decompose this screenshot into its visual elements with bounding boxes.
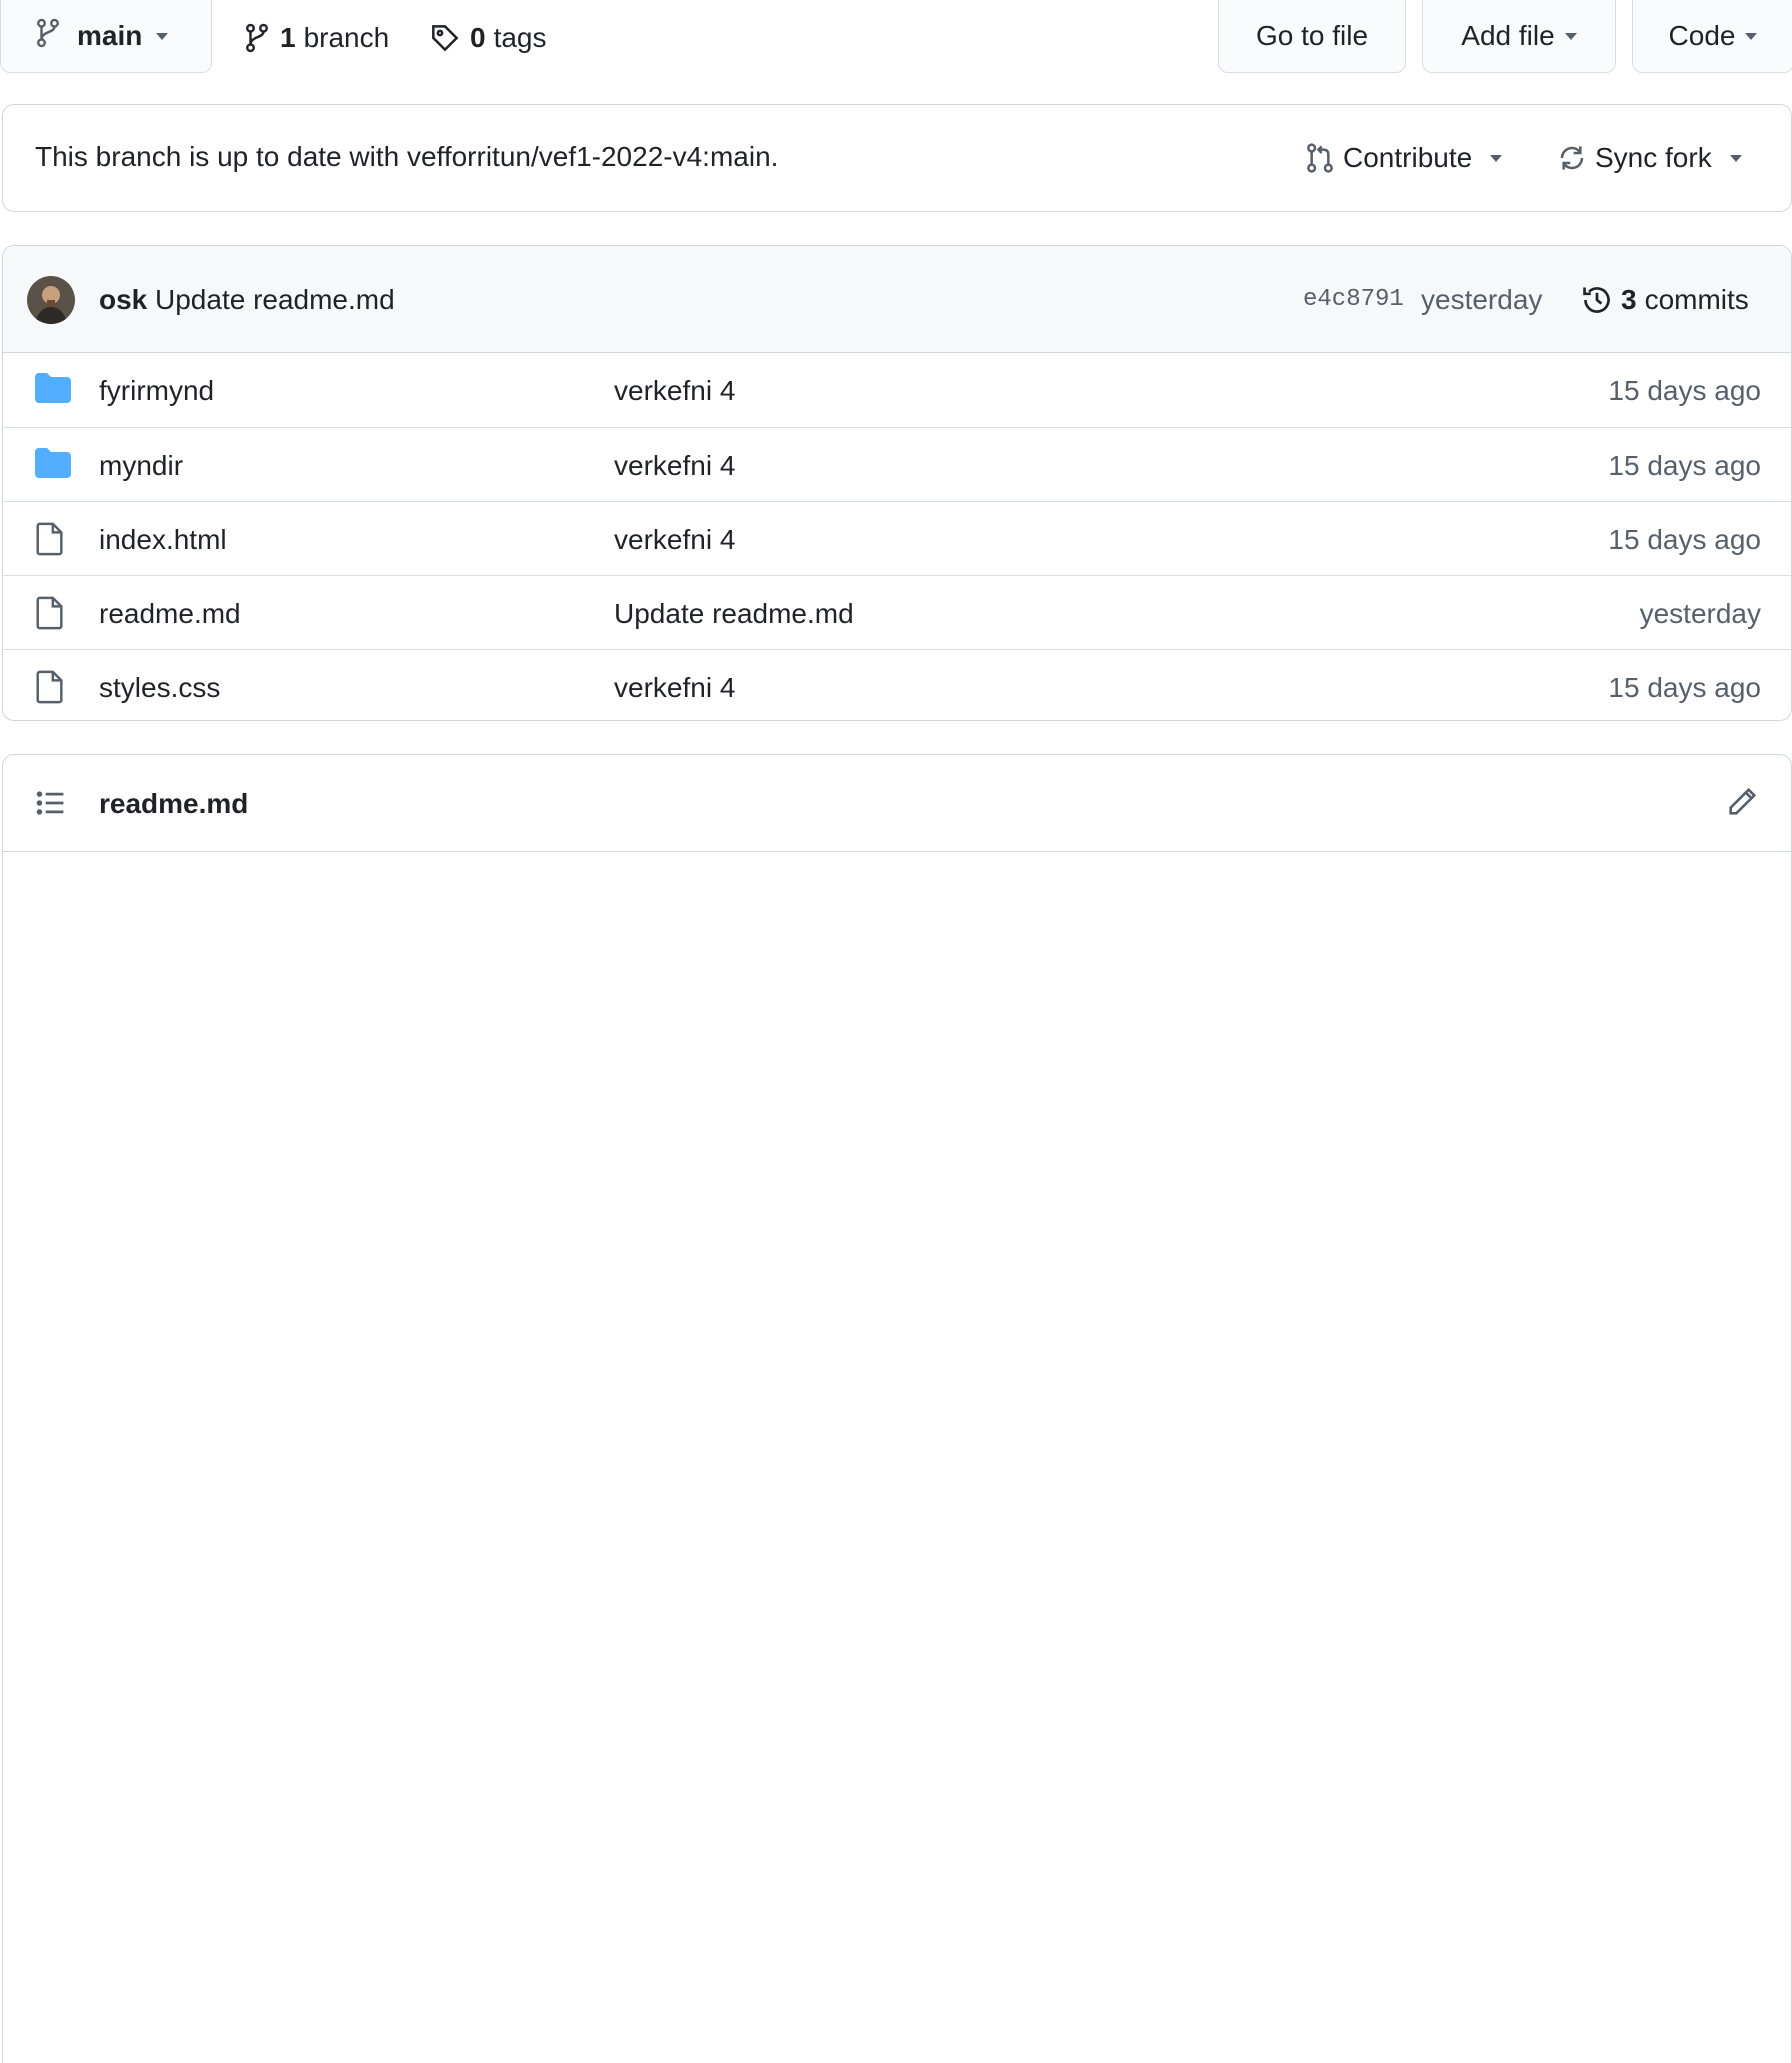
commit-count-label: commits <box>1644 284 1749 315</box>
readme-panel: readme.md <box>2 754 1792 2063</box>
sync-fork-button[interactable]: Sync fork <box>1557 137 1742 179</box>
file-commit-time: 15 days ago <box>1608 375 1761 406</box>
chevron-down-icon <box>1729 154 1742 162</box>
branch-select-button[interactable]: main <box>0 0 212 73</box>
commit-author[interactable]: osk <box>99 284 147 316</box>
contribute-label: Contribute <box>1343 142 1473 173</box>
code-button[interactable]: Code <box>1632 0 1792 73</box>
go-to-file-label: Go to file <box>1255 20 1369 51</box>
go-to-file-button[interactable]: Go to file <box>1218 0 1406 73</box>
file-name-link[interactable]: myndir <box>99 450 183 482</box>
tag-count: 0 <box>470 22 486 53</box>
commit-time: yesterday <box>1421 284 1543 315</box>
tag-icon <box>432 25 459 52</box>
branches-link[interactable]: 1 branch <box>244 18 389 58</box>
git-branch-icon <box>35 18 61 55</box>
readme-title[interactable]: readme.md <box>99 788 248 820</box>
file-icon <box>35 670 71 704</box>
file-list: osk Update readme.md e4c8791 yesterday 3… <box>2 245 1792 721</box>
latest-commit-bar: osk Update readme.md e4c8791 yesterday 3… <box>3 246 1791 353</box>
sync-icon <box>1560 146 1584 170</box>
file-commit-message[interactable]: verkefni 4 <box>614 375 735 407</box>
file-icon <box>35 596 71 630</box>
repo-toolbar: main 1 branch 0 tags Go to file Add file <box>0 0 1792 76</box>
file-commit-time: yesterday <box>1639 598 1761 629</box>
file-commit-time: 15 days ago <box>1608 524 1761 555</box>
git-branch-icon <box>246 23 268 53</box>
commit-sha[interactable]: e4c8791 <box>1303 286 1404 313</box>
tags-link[interactable]: 0 tags <box>430 18 547 58</box>
branch-label: branch <box>303 22 390 53</box>
file-name-link[interactable]: readme.md <box>99 598 241 630</box>
chevron-down-icon <box>1490 154 1503 162</box>
chevron-down-icon <box>1564 32 1577 40</box>
add-file-button[interactable]: Add file <box>1422 0 1616 73</box>
commit-history-link[interactable]: 3 commits <box>1581 280 1749 320</box>
file-row[interactable]: readme.md Update readme.md yesterday <box>3 575 1791 648</box>
code-label: Code <box>1668 20 1736 51</box>
file-name-link[interactable]: fyrirmynd <box>99 375 214 407</box>
file-commit-message[interactable]: Update readme.md <box>614 598 854 630</box>
repo-page: main 1 branch 0 tags Go to file Add file <box>0 0 1792 2063</box>
file-row[interactable]: styles.css verkefni 4 15 days ago <box>3 649 1791 720</box>
avatar[interactable] <box>27 276 75 324</box>
file-commit-time: 15 days ago <box>1608 450 1761 481</box>
commit-count: 3 <box>1621 284 1637 315</box>
list-unordered-icon[interactable] <box>35 787 67 819</box>
file-name-link[interactable]: index.html <box>99 524 227 556</box>
file-icon <box>35 522 71 556</box>
chevron-down-icon <box>1745 32 1758 40</box>
folder-icon <box>35 448 71 480</box>
sync-status-text: This branch is up to date with vefforrit… <box>35 141 779 172</box>
fork-sync-status: This branch is up to date with vefforrit… <box>2 104 1792 212</box>
history-icon <box>1583 287 1610 313</box>
file-row[interactable]: index.html verkefni 4 15 days ago <box>3 501 1791 574</box>
sync-fork-label: Sync fork <box>1595 142 1712 173</box>
pencil-icon[interactable] <box>1725 785 1759 819</box>
contribute-button[interactable]: Contribute <box>1305 137 1503 179</box>
file-commit-message[interactable]: verkefni 4 <box>614 672 735 704</box>
folder-icon <box>35 373 71 405</box>
file-commit-time: 15 days ago <box>1608 672 1761 703</box>
branch-count: 1 <box>280 22 296 53</box>
chevron-down-icon <box>156 32 169 40</box>
file-row[interactable]: fyrirmynd verkefni 4 15 days ago <box>3 353 1791 426</box>
pull-request-icon <box>1307 143 1333 173</box>
file-row[interactable]: myndir verkefni 4 15 days ago <box>3 427 1791 500</box>
readme-header: readme.md <box>3 755 1791 852</box>
branch-name: main <box>77 20 143 51</box>
file-name-link[interactable]: styles.css <box>99 672 220 704</box>
tag-label: tags <box>493 22 547 53</box>
file-commit-message[interactable]: verkefni 4 <box>614 450 735 482</box>
commit-message[interactable]: Update readme.md <box>155 284 395 316</box>
file-commit-message[interactable]: verkefni 4 <box>614 524 735 556</box>
add-file-label: Add file <box>1461 20 1555 51</box>
